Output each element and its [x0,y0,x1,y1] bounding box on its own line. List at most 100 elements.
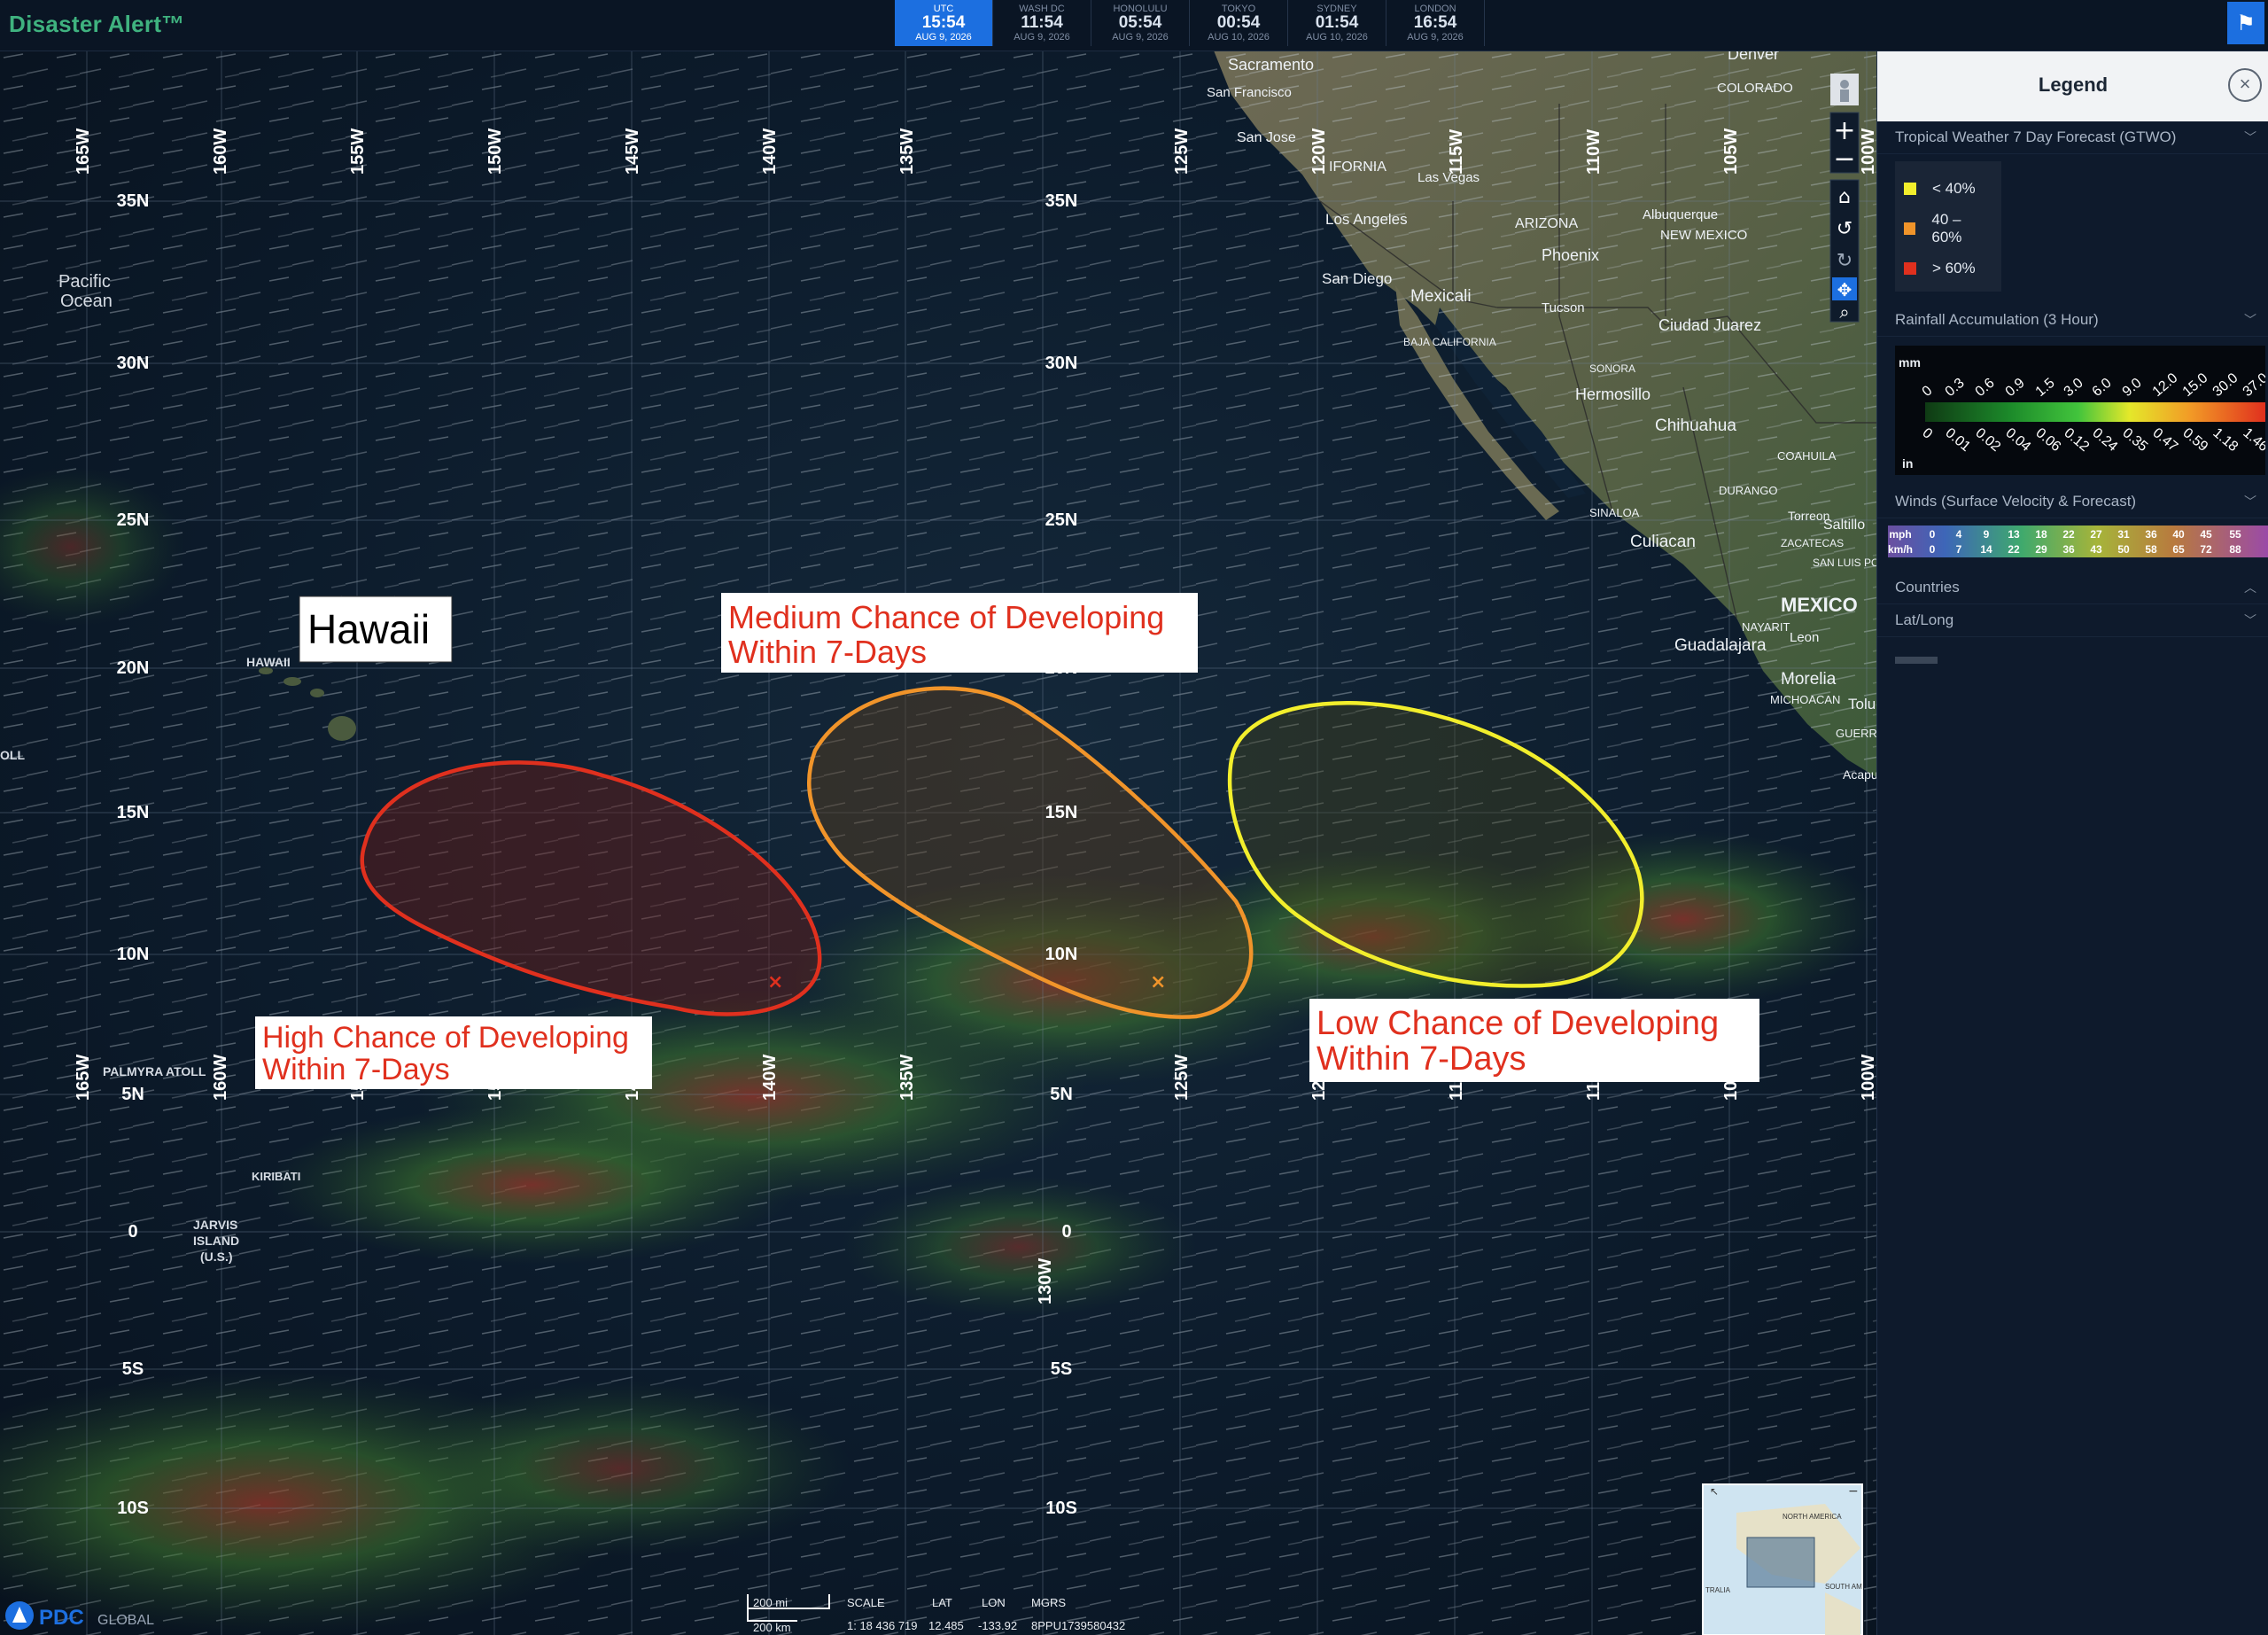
lat-label: 20N [117,658,150,678]
lat-label: 10S [1045,1499,1077,1518]
rain-tick-mm: 1.5 [2033,376,2058,400]
city-label: Ciudad Juarez [1658,316,1761,334]
swatch [1904,261,1916,275]
latlong-title: Lat/Long [1895,611,1954,628]
home-icon[interactable]: ⌂ [1838,186,1851,208]
lat-label: 10N [1045,945,1078,964]
city-label: Tucson [1542,300,1585,315]
rain-tick-mm: 37.0 [2241,370,2265,400]
wind-tick: 22 [2062,528,2075,541]
city-label: Mexicali [1410,287,1472,306]
rotate-right-icon[interactable]: ↻ [1837,250,1852,272]
wind-tick: 88 [2229,543,2241,556]
lon-label: 135W [897,1055,917,1101]
gtwo-label: 40 – 60% [1931,210,1962,245]
minimize-icon[interactable]: − [1848,1484,1859,1499]
jarvis-label: JARVIS [193,1218,237,1232]
lon-label: 130W [1036,1258,1055,1304]
gtwo-title: Tropical Weather 7 Day Forecast (GTWO) [1895,128,2177,145]
legend-panel: Legend × Tropical Weather 7 Day Forecast… [1876,51,2268,1635]
lon-label: 105W [1721,128,1741,175]
magnify-icon[interactable]: ⌕ [1839,301,1849,323]
ocean-label: Ocean [60,292,113,311]
hawaii-label: HAWAII [246,655,291,669]
rain-tick-mm: 0.6 [1973,376,1998,400]
expand-icon[interactable]: ↖ [1710,1485,1719,1498]
map-view[interactable]: × × 165W 160W 155W 150W 145W 140W 135W 1… [0,51,1876,1635]
chevron-down-icon: ﹀ [2244,130,2256,144]
chevron-down-icon: ﹀ [2244,313,2256,327]
clock-tokyo[interactable]: TOKYO 00:54 AUG 10, 2026 [1190,0,1288,46]
city-label: Guadalajara [1674,636,1767,655]
rainfall-legend: mm 0 0.3 0.6 0.9 1.5 3.0 6.0 9.0 12.0 15… [1895,346,2268,475]
lon-label: 110W [1584,129,1604,175]
jarvis-label: (U.S.) [200,1250,233,1264]
lon-label: 145W [623,128,642,175]
callout-line: Within 7-Days [728,634,927,670]
pan-icon[interactable]: ✥ [1837,279,1852,300]
region-label: IFORNIA [1329,160,1386,175]
chevron-down-icon: ﹀ [2244,613,2256,627]
wind-tick: 72 [2200,543,2212,556]
overview-minimap[interactable]: NORTH AMERICA SOUTH AM TRALIA ↖ − [1702,1483,1863,1635]
rainfall-title: Rainfall Accumulation (3 Hour) [1895,311,2099,328]
hawaii-callout: Hawaii [299,596,453,663]
wind-unit-kmh: km/h [1888,543,1913,556]
zoom-in-icon[interactable]: + [1833,115,1855,146]
region-label: NAYARIT [1742,620,1790,634]
countries-title: Countries [1895,579,1960,596]
countries-section-header[interactable]: Countries ︿ [1877,572,2268,604]
clock-time: 16:54 [1413,13,1457,32]
gtwo-section-header[interactable]: Tropical Weather 7 Day Forecast (GTWO) ﹀ [1877,121,2268,154]
rotate-left-icon[interactable]: ↺ [1837,218,1852,240]
wind-tick: 36 [2145,528,2157,541]
lon-label: 150W [485,128,505,175]
callout-line: Within 7-Days [262,1053,450,1086]
clock-utc[interactable]: UTC 15:54 AUG 9, 2026 [895,0,993,46]
close-icon[interactable]: × [2228,68,2262,102]
clock-honolulu[interactable]: HONOLULU 05:54 AUG 9, 2026 [1091,0,1190,46]
rain-tick-mm: 30.0 [2210,370,2241,400]
lat-label: 35N [117,191,150,211]
zoom-out-icon[interactable]: − [1833,144,1855,175]
alert-bookmark-icon[interactable]: ⚑ [2227,2,2264,44]
world-clocks: UTC 15:54 AUG 9, 2026 WASH DC 11:54 AUG … [895,0,1485,46]
clock-date: AUG 10, 2026 [1306,32,1368,43]
gtwo-item-high: > 60% [1904,248,1992,288]
wind-tick: 18 [2035,528,2047,541]
lon-label: 135W [897,128,917,175]
rainfall-section-header[interactable]: Rainfall Accumulation (3 Hour) ﹀ [1877,304,2268,337]
rain-tick-in: 0.24 [2089,425,2120,455]
clock-sydney[interactable]: SYDNEY 01:54 AUG 10, 2026 [1288,0,1386,46]
city-label: Los Angeles [1325,211,1408,228]
winds-legend: mph km/h 0 0 4 7 9 14 13 22 18 29 22 36 … [1888,526,2268,557]
wind-tick: 55 [2229,528,2241,541]
region-label: BAJA CALIFORNIA [1403,336,1496,348]
legend-title: Legend [2038,74,2109,96]
clock-date: AUG 9, 2026 [1407,32,1464,43]
region-label: ZACATECAS [1781,537,1844,549]
hawaii-callout-text: Hawaii [307,606,430,652]
wind-tick: 58 [2145,543,2157,556]
wind-tick: 43 [2090,543,2102,556]
clock-wash-dc[interactable]: WASH DC 11:54 AUG 9, 2026 [993,0,1091,46]
lon-label: 160W [211,128,230,175]
wind-tick: 65 [2172,543,2185,556]
scale-mi: 200 mi [753,1596,788,1609]
clock-london[interactable]: LONDON 16:54 AUG 9, 2026 [1386,0,1485,46]
storm-center-icon: × [1150,971,1166,993]
map-canvas[interactable]: × × 165W 160W 155W 150W 145W 140W 135W 1… [0,51,1876,1635]
city-label: Denver [1728,51,1779,63]
region-label: MICHOACAN [1770,693,1840,706]
winds-title: Winds (Surface Velocity & Forecast) [1895,493,2137,510]
lat-label: 25N [117,510,150,530]
lat-label: 25N [1045,510,1078,530]
gtwo-legend: < 40% 40 – 60% > 60% [1895,161,2001,292]
gtwo-item-low: < 40% [1904,168,1992,208]
latlong-section-header[interactable]: Lat/Long ﹀ [1877,604,2268,637]
wind-tick: 13 [2008,528,2020,541]
lon-label: 165W [74,128,93,175]
region-label: COAHUILA [1777,449,1837,463]
winds-section-header[interactable]: Winds (Surface Velocity & Forecast) ﹀ [1877,486,2268,518]
region-label: GUERR [1836,727,1876,740]
